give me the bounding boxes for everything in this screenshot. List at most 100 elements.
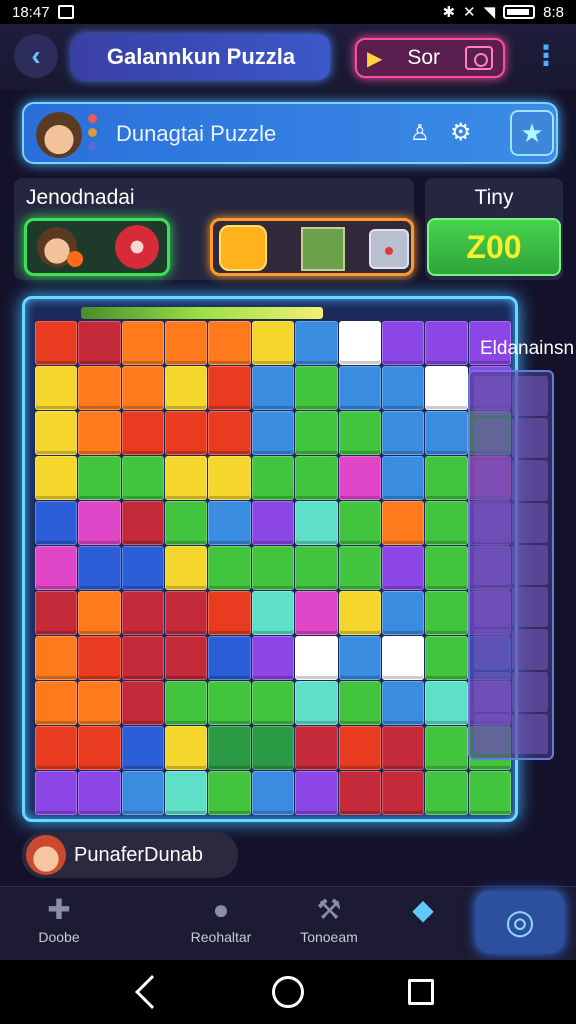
puzzle-piece[interactable] xyxy=(121,636,165,680)
puzzle-piece[interactable] xyxy=(35,411,78,455)
puzzle-piece[interactable] xyxy=(165,591,208,635)
puzzle-piece[interactable] xyxy=(251,321,295,365)
tray-slot[interactable] xyxy=(512,671,548,712)
puzzle-piece[interactable] xyxy=(425,366,468,410)
puzzle-piece[interactable] xyxy=(78,546,121,590)
tray-slot[interactable] xyxy=(474,376,510,417)
puzzle-piece[interactable] xyxy=(78,456,121,500)
nav-item-doobe[interactable]: ✚ Doobe xyxy=(4,891,114,957)
puzzle-piece[interactable] xyxy=(121,681,165,725)
puzzle-piece[interactable] xyxy=(78,771,121,815)
puzzle-piece[interactable] xyxy=(121,366,165,410)
puzzle-piece[interactable] xyxy=(78,411,121,455)
puzzle-piece[interactable] xyxy=(165,411,208,455)
tray-slot[interactable] xyxy=(512,587,548,628)
puzzle-piece[interactable] xyxy=(425,501,468,545)
puzzle-piece[interactable] xyxy=(165,771,208,815)
puzzle-piece[interactable] xyxy=(35,546,78,590)
tray-slot[interactable] xyxy=(512,418,548,459)
tray-slot[interactable] xyxy=(512,376,548,417)
puzzle-piece[interactable] xyxy=(78,366,121,410)
puzzle-piece[interactable] xyxy=(121,501,165,545)
tray-slot[interactable] xyxy=(474,460,510,501)
puzzle-piece[interactable] xyxy=(121,726,165,770)
puzzle-piece[interactable] xyxy=(165,366,208,410)
puzzle-piece[interactable] xyxy=(381,321,425,365)
puzzle-piece[interactable] xyxy=(251,771,295,815)
score-button[interactable]: ▶ Sor xyxy=(355,38,505,78)
puzzle-piece[interactable] xyxy=(251,726,295,770)
puzzle-piece[interactable] xyxy=(78,321,121,365)
puzzle-piece[interactable] xyxy=(295,366,338,410)
puzzle-piece[interactable] xyxy=(338,591,381,635)
puzzle-piece[interactable] xyxy=(338,411,381,455)
puzzle-piece[interactable] xyxy=(338,771,381,815)
puzzle-piece[interactable] xyxy=(295,681,338,725)
tray-slot[interactable] xyxy=(512,713,548,754)
puzzle-piece[interactable] xyxy=(251,591,295,635)
tray-slot[interactable] xyxy=(474,671,510,712)
tray-slot[interactable] xyxy=(474,713,510,754)
puzzle-piece[interactable] xyxy=(295,321,338,365)
puzzle-piece[interactable] xyxy=(425,726,468,770)
puzzle-piece[interactable] xyxy=(165,636,208,680)
puzzle-piece[interactable] xyxy=(165,501,208,545)
nav-item-target[interactable]: ◎ xyxy=(476,891,564,953)
puzzle-piece[interactable] xyxy=(35,681,78,725)
puzzle-piece[interactable] xyxy=(121,771,165,815)
puzzle-piece[interactable] xyxy=(381,726,425,770)
puzzle-piece[interactable] xyxy=(251,636,295,680)
puzzle-piece[interactable] xyxy=(251,681,295,725)
puzzle-piece[interactable] xyxy=(165,681,208,725)
puzzle-piece[interactable] xyxy=(121,321,165,365)
puzzle-piece[interactable] xyxy=(121,591,165,635)
puzzle-piece[interactable] xyxy=(121,456,165,500)
puzzle-piece[interactable] xyxy=(251,366,295,410)
puzzle-piece[interactable] xyxy=(251,411,295,455)
puzzle-piece[interactable] xyxy=(208,546,251,590)
tray-slot[interactable] xyxy=(512,460,548,501)
puzzle-piece[interactable] xyxy=(425,456,468,500)
puzzle-piece[interactable] xyxy=(295,771,338,815)
tray-slot[interactable] xyxy=(474,502,510,543)
puzzle-piece[interactable] xyxy=(425,771,468,815)
puzzle-piece[interactable] xyxy=(381,546,425,590)
puzzle-piece[interactable] xyxy=(381,771,425,815)
tray-slot[interactable] xyxy=(474,418,510,459)
tray-slot[interactable] xyxy=(474,587,510,628)
puzzle-piece[interactable] xyxy=(78,726,121,770)
puzzle-piece[interactable] xyxy=(338,321,381,365)
nav-item-diamond[interactable]: ◆ xyxy=(368,891,478,957)
puzzle-piece[interactable] xyxy=(425,591,468,635)
puzzle-piece[interactable] xyxy=(381,411,425,455)
puzzle-piece[interactable] xyxy=(208,501,251,545)
puzzle-piece[interactable] xyxy=(338,546,381,590)
home-icon[interactable] xyxy=(272,976,304,1008)
tray-slot[interactable] xyxy=(512,544,548,586)
puzzle-piece[interactable] xyxy=(208,456,251,500)
puzzle-piece[interactable] xyxy=(425,411,468,455)
puzzle-piece[interactable] xyxy=(208,726,251,770)
puzzle-piece[interactable] xyxy=(381,366,425,410)
puzzle-piece[interactable] xyxy=(425,321,468,365)
puzzle-piece[interactable] xyxy=(338,726,381,770)
more-menu-button[interactable]: ⋮ xyxy=(532,40,560,76)
puzzle-piece[interactable] xyxy=(381,636,425,680)
puzzle-piece[interactable] xyxy=(425,636,468,680)
puzzle-piece[interactable] xyxy=(208,591,251,635)
puzzle-piece[interactable] xyxy=(251,546,295,590)
puzzle-piece[interactable] xyxy=(208,681,251,725)
puzzle-piece[interactable] xyxy=(295,591,338,635)
puzzle-piece[interactable] xyxy=(208,411,251,455)
puzzle-piece[interactable] xyxy=(425,546,468,590)
puzzle-piece[interactable] xyxy=(295,411,338,455)
puzzle-piece[interactable] xyxy=(35,726,78,770)
puzzle-piece[interactable] xyxy=(295,546,338,590)
puzzle-piece[interactable] xyxy=(208,771,251,815)
puzzle-piece[interactable] xyxy=(251,501,295,545)
puzzle-piece[interactable] xyxy=(208,636,251,680)
puzzle-piece[interactable] xyxy=(165,546,208,590)
puzzle-piece[interactable] xyxy=(78,636,121,680)
dice-powerup-icon[interactable] xyxy=(369,229,409,269)
player-slot[interactable] xyxy=(24,218,170,276)
